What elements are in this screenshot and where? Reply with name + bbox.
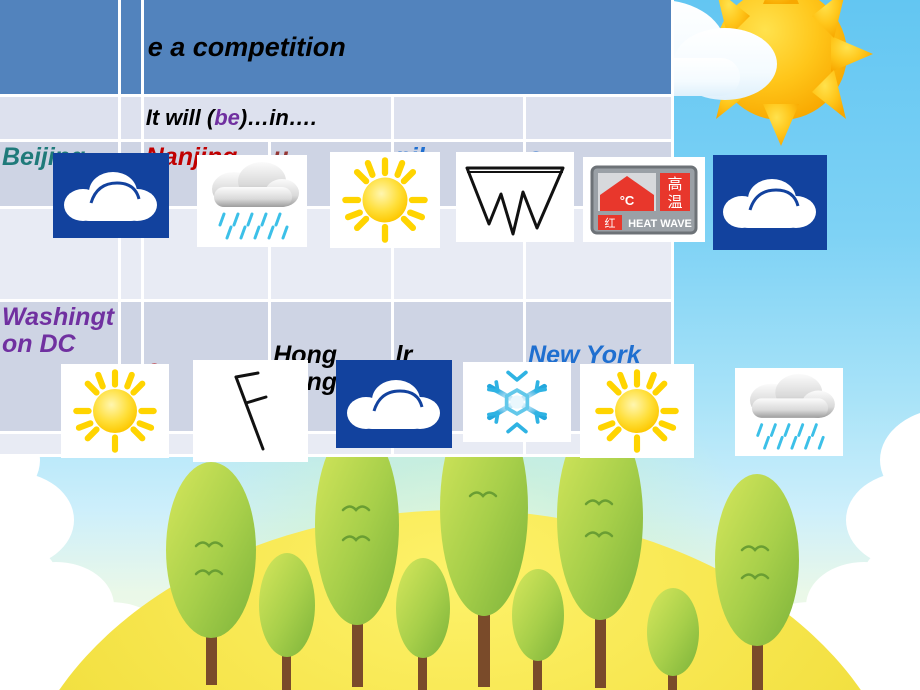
table-subtitle-row: It will (be)…in…. xyxy=(0,97,674,142)
sunny-icon xyxy=(342,157,428,243)
subtitle-cell-5 xyxy=(393,97,527,142)
city-label-new-york: New York xyxy=(528,341,641,369)
subtitle-keyword: be xyxy=(214,105,240,130)
subtitle-suffix: )…in…. xyxy=(239,105,317,130)
wind-w-icon xyxy=(465,166,565,236)
slide-canvas: e a competition It will (be)…in…. Beijin… xyxy=(0,0,920,690)
heat-wave-cn-high-label: 高 xyxy=(667,175,682,193)
heat-wave-cn-red-label: 红 xyxy=(605,217,616,230)
header-cell-1 xyxy=(0,0,122,97)
sunny-icon xyxy=(595,369,679,453)
cloudy-icon xyxy=(723,178,816,228)
table-header-row: e a competition xyxy=(0,0,674,97)
header-cell-2 xyxy=(121,0,144,97)
cloudy-icon xyxy=(64,171,157,221)
city-label-lr: lr xyxy=(395,341,413,369)
weather-icon-sunny-newyork[interactable] xyxy=(580,364,694,458)
rainy-icon xyxy=(749,373,835,450)
subtitle-text: It will (be)…in…. xyxy=(146,97,389,139)
rainy-icon xyxy=(212,162,299,240)
weather-icon-cloudy-beijing[interactable] xyxy=(53,153,169,238)
weather-icon-cloudy-right[interactable] xyxy=(713,155,827,250)
weather-icon-snowflake[interactable] xyxy=(463,362,571,442)
weather-icon-heat-wave[interactable]: °C 高 温 红 HEAT WAVE xyxy=(583,157,705,242)
heat-wave-cn-temp-label: 温 xyxy=(667,193,682,211)
weather-icon-wind-barb[interactable] xyxy=(193,360,308,462)
page-title: e a competition xyxy=(147,32,346,62)
heat-wave-icon: °C 高 温 红 HEAT WAVE xyxy=(590,165,698,234)
weather-icon-windy-w[interactable] xyxy=(456,152,574,242)
subtitle-prefix: It will ( xyxy=(145,105,215,130)
subtitle-cell-2 xyxy=(121,97,144,142)
sunny-icon xyxy=(73,369,157,453)
subtitle-cell-text: It will (be)…in…. xyxy=(143,97,394,142)
subtitle-cell-6 xyxy=(526,97,674,142)
city-label-washington-dc: Washington DC xyxy=(2,303,115,358)
weather-icon-sunny-washington[interactable] xyxy=(61,364,169,458)
snowflake-icon xyxy=(487,368,547,436)
subtitle-cell-1 xyxy=(0,97,122,142)
heat-wave-en-label: HEAT WAVE xyxy=(628,218,692,230)
weather-icon-cloudy-hongkong[interactable] xyxy=(336,360,452,448)
weather-icon-sunny-1[interactable] xyxy=(330,152,440,248)
header-cell-title: e a competition xyxy=(143,0,674,97)
weather-icon-rainy-right[interactable] xyxy=(735,368,843,456)
weather-icon-rainy-nanjing[interactable] xyxy=(197,155,307,247)
heat-wave-degree-label: °C xyxy=(620,193,635,208)
wind-barb-icon xyxy=(234,371,267,451)
cloudy-icon xyxy=(347,380,440,429)
